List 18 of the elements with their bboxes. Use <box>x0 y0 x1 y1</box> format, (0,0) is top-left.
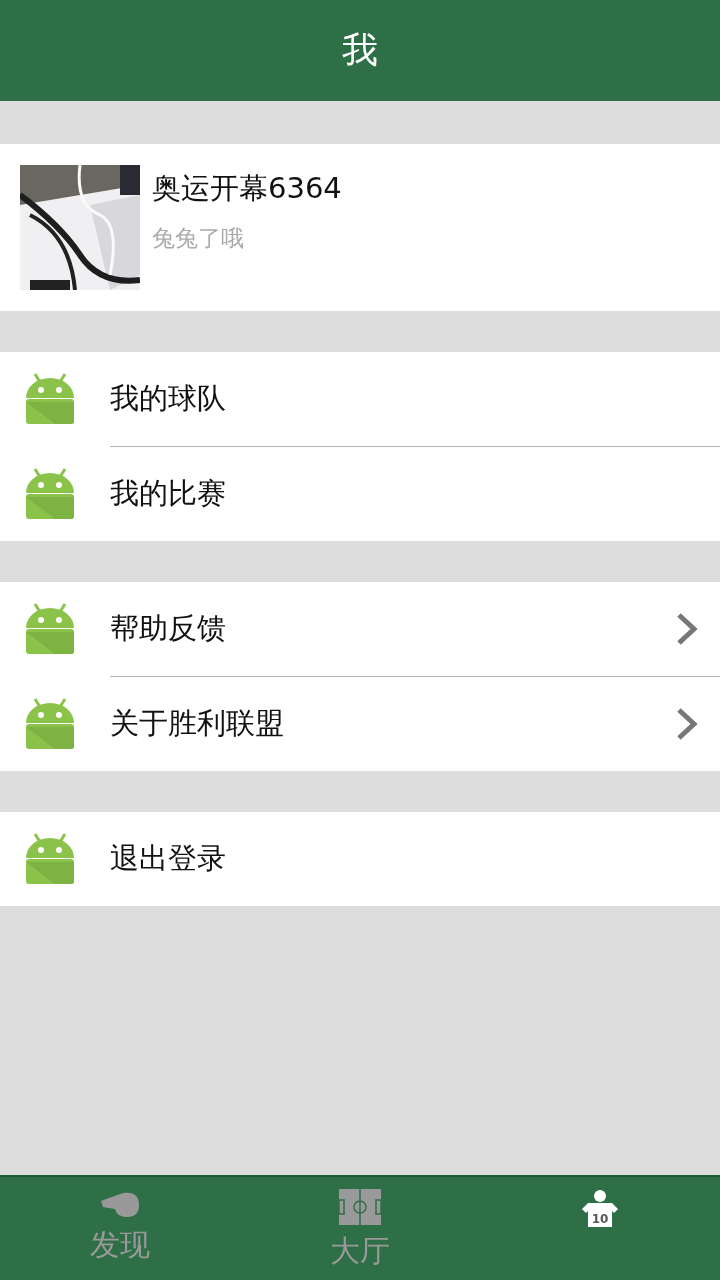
user-signature: 兔兔了哦 <box>152 224 245 253</box>
menu-item[interactable]: 我的比赛 <box>0 447 720 541</box>
profile-card[interactable]: 奥运开幕6364 兔兔了哦 <box>0 144 720 311</box>
android-icon <box>25 697 75 751</box>
chevron-right-icon <box>676 707 698 741</box>
android-icon <box>25 602 75 656</box>
page-title: 我 <box>342 28 378 72</box>
nav-tab[interactable]: 10 <box>480 1177 720 1280</box>
android-icon <box>25 832 75 886</box>
android-icon <box>25 372 75 426</box>
soccer-field-icon <box>339 1189 381 1225</box>
android-icon <box>25 467 75 521</box>
menu-item[interactable]: 帮助反馈 <box>0 582 720 676</box>
chevron-right-icon <box>676 612 698 646</box>
menu-item[interactable]: 关于胜利联盟 <box>0 677 720 771</box>
menu-item[interactable]: 退出登录 <box>0 812 720 906</box>
user-name: 奥运开幕6364 <box>152 170 342 207</box>
menu-item[interactable]: 我的球队 <box>0 352 720 446</box>
